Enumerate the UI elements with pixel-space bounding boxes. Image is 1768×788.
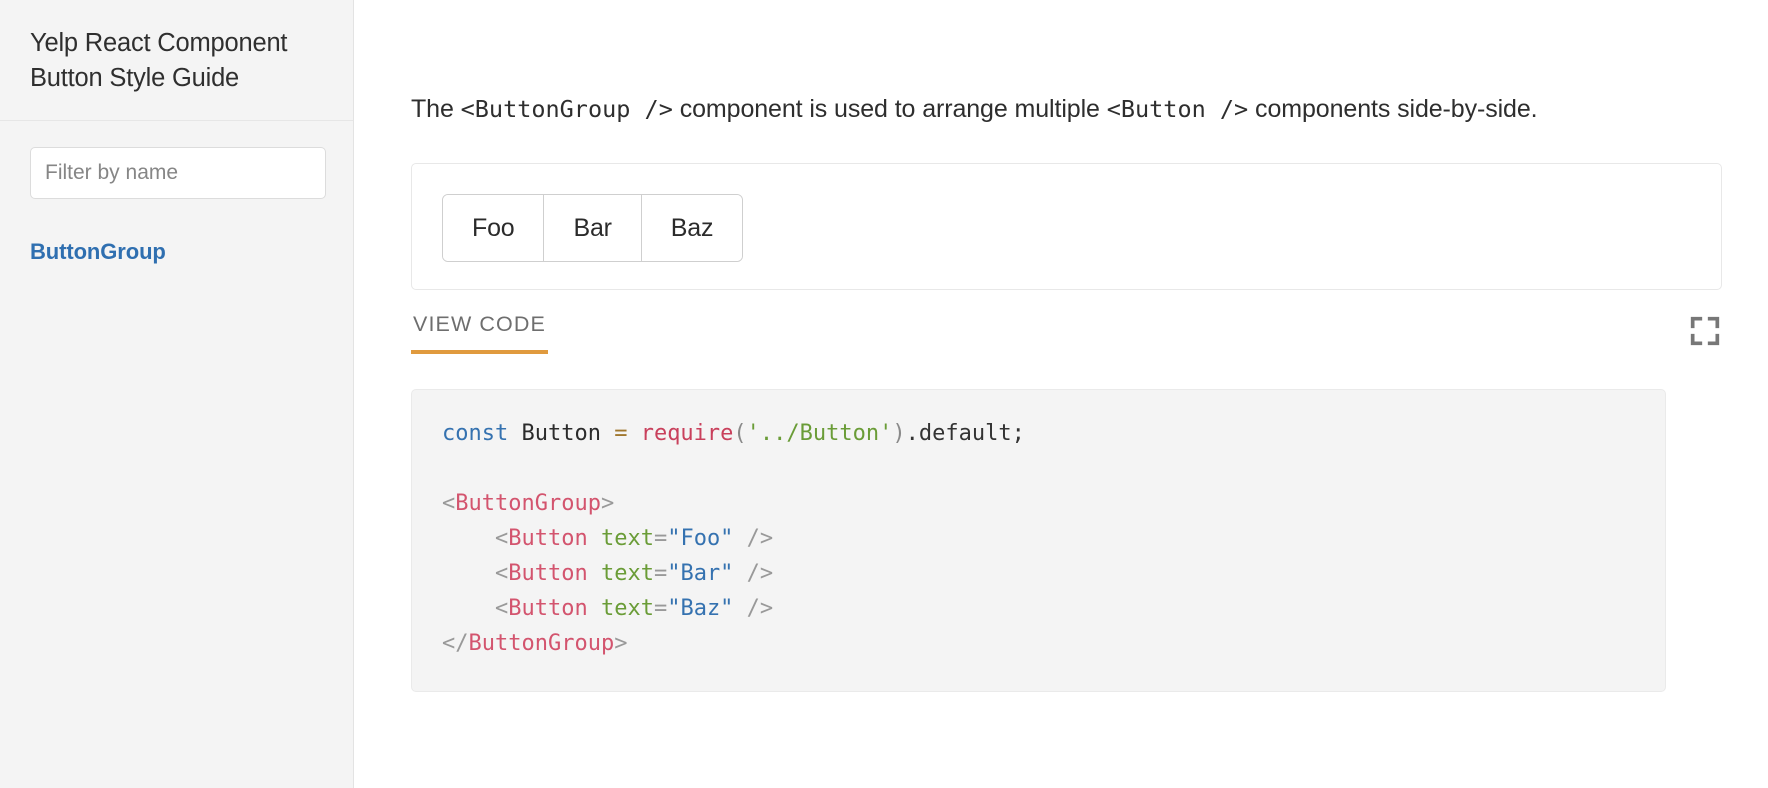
- code-space-3: [588, 596, 601, 621]
- code-token-eq-3: =: [654, 596, 667, 621]
- description-text-3: components side-by-side.: [1248, 95, 1537, 123]
- code-token-path: '../Button': [747, 421, 893, 446]
- code-indent-3: [442, 596, 495, 621]
- code-token-attr-1: text: [601, 526, 654, 551]
- sidebar-header: Yelp React Component Button Style Guide: [0, 0, 353, 121]
- inline-code-buttongroup: <ButtonGroup />: [461, 95, 673, 123]
- code-block[interactable]: const Button = require('../Button').defa…: [411, 389, 1666, 692]
- tabs-row: VIEW CODE: [411, 312, 1722, 361]
- description-text-2: component is used to arrange multiple: [673, 95, 1107, 123]
- button-foo[interactable]: Foo: [443, 195, 543, 261]
- code-token-require: require: [627, 421, 733, 446]
- code-token-tag-button-3: Button: [508, 596, 587, 621]
- code-token-eq-1: =: [654, 526, 667, 551]
- button-group: Foo Bar Baz: [442, 194, 743, 262]
- code-indent-2: [442, 561, 495, 586]
- code-token-default: .default;: [906, 421, 1025, 446]
- tab-view-code[interactable]: VIEW CODE: [411, 312, 548, 354]
- code-token-eq-2: =: [654, 561, 667, 586]
- code-space-1: [588, 526, 601, 551]
- code-token-paren-open: (: [733, 421, 746, 446]
- code-token-lt-close: </: [442, 631, 469, 656]
- code-token-val-2: "Bar": [667, 561, 733, 586]
- description-text-1: The: [411, 95, 461, 123]
- component-preview: Foo Bar Baz: [411, 163, 1722, 290]
- component-description: The <ButtonGroup /> component is used to…: [411, 88, 1722, 131]
- sidebar-body: ButtonGroup: [0, 121, 353, 265]
- sidebar: Yelp React Component Button Style Guide …: [0, 0, 354, 788]
- list-item: ButtonGroup: [30, 239, 323, 265]
- code-token-val-1: "Foo": [667, 526, 733, 551]
- code-token-paren-close: ): [892, 421, 905, 446]
- code-token-lt-open: <: [442, 491, 455, 516]
- content-wrapper: The <ButtonGroup /> component is used to…: [354, 0, 1768, 692]
- button-bar[interactable]: Bar: [543, 195, 640, 261]
- inline-code-button: <Button />: [1107, 95, 1248, 123]
- sidebar-item-buttongroup[interactable]: ButtonGroup: [30, 239, 166, 265]
- code-token-gt-close: >: [614, 631, 627, 656]
- code-token-tag-button-2: Button: [508, 561, 587, 586]
- code-token-selfclose-3: />: [733, 596, 773, 621]
- code-token-val-3: "Baz": [667, 596, 733, 621]
- code-token-tag-buttongroup-close: ButtonGroup: [469, 631, 615, 656]
- code-token-gt-open: >: [601, 491, 614, 516]
- code-token-attr-3: text: [601, 596, 654, 621]
- code-token-tag-buttongroup-open: ButtonGroup: [455, 491, 601, 516]
- code-token-const: const: [442, 421, 508, 446]
- code-token-lt-3: <: [495, 596, 508, 621]
- page-title: Yelp React Component Button Style Guide: [30, 26, 325, 96]
- code-token-button-var: Button: [508, 421, 614, 446]
- code-token-tag-button-1: Button: [508, 526, 587, 551]
- code-space-2: [588, 561, 601, 586]
- code-token-selfclose-2: />: [733, 561, 773, 586]
- code-token-equals: =: [614, 421, 627, 446]
- code-token-selfclose-1: />: [733, 526, 773, 551]
- code-token-attr-2: text: [601, 561, 654, 586]
- component-nav-list: ButtonGroup: [30, 239, 323, 265]
- code-indent-1: [442, 526, 495, 551]
- main-content: The <ButtonGroup /> component is used to…: [354, 0, 1768, 788]
- code-content: const Button = require('../Button').defa…: [442, 416, 1635, 661]
- style-guide-app: Yelp React Component Button Style Guide …: [0, 0, 1768, 788]
- code-token-lt-1: <: [495, 526, 508, 551]
- filter-input[interactable]: [30, 147, 326, 199]
- code-token-lt-2: <: [495, 561, 508, 586]
- button-baz[interactable]: Baz: [641, 195, 742, 261]
- expand-icon[interactable]: [1688, 314, 1722, 348]
